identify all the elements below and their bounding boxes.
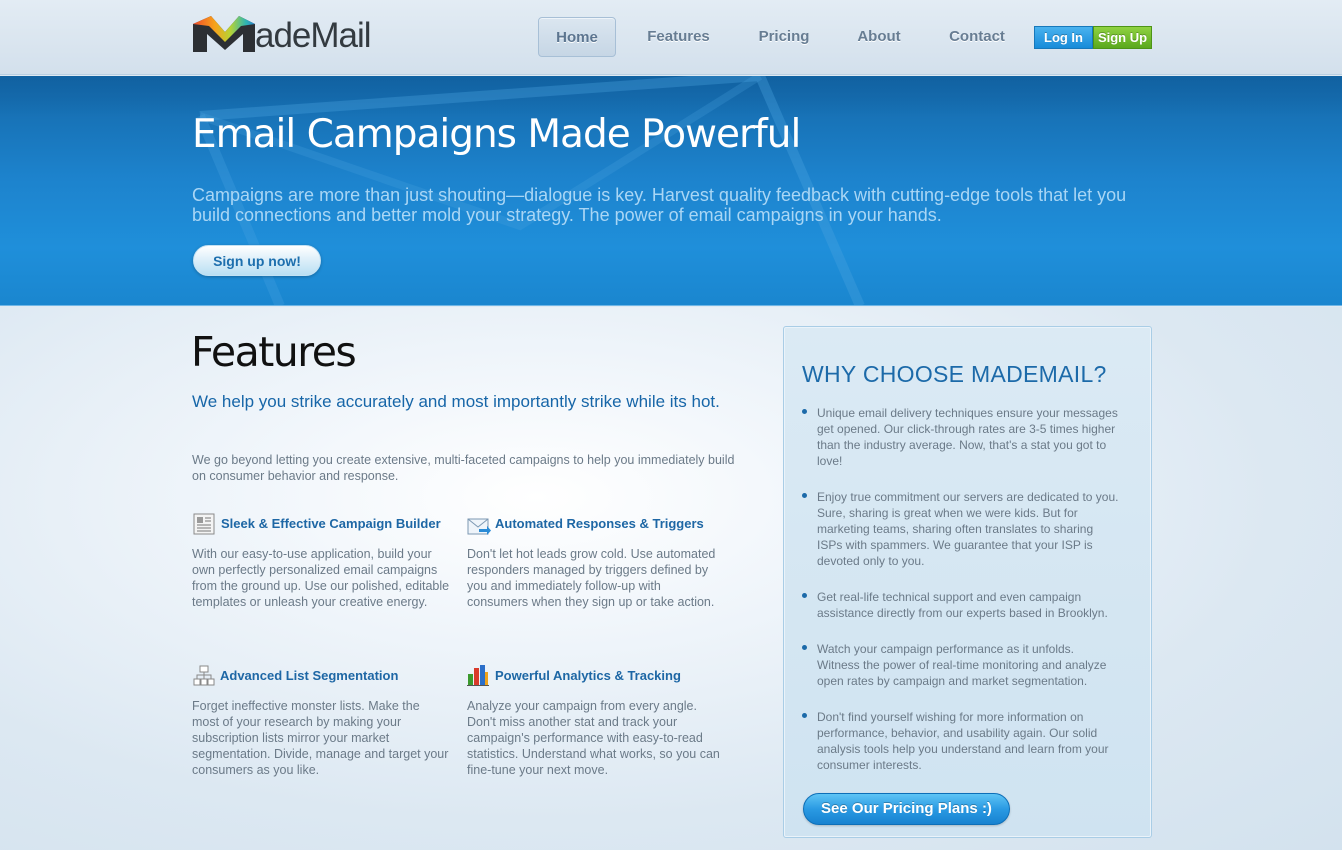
feature-text-list-segmentation: Forget ineffective monster lists. Make t… bbox=[192, 699, 449, 777]
why-item: Enjoy true commitment our servers are de… bbox=[817, 490, 1119, 568]
feature-title-analytics: Powerful Analytics & Tracking bbox=[495, 668, 681, 683]
see-pricing-plans-button[interactable]: See Our Pricing Plans :) bbox=[803, 793, 1010, 825]
newspaper-icon bbox=[193, 513, 215, 535]
mademail-logo[interactable]: adeMail bbox=[191, 14, 403, 56]
nav-contact[interactable]: Contact bbox=[939, 17, 1015, 57]
site-header: adeMail Home Features Pricing About Cont… bbox=[0, 0, 1342, 75]
bullet-icon bbox=[802, 493, 807, 498]
why-item: Don't find yourself wishing for more inf… bbox=[817, 710, 1109, 772]
nav-features[interactable]: Features bbox=[635, 17, 722, 57]
why-item: Get real-life technical support and even… bbox=[817, 590, 1108, 620]
bullet-icon bbox=[802, 713, 807, 718]
why-item: Unique email delivery techniques ensure … bbox=[817, 406, 1118, 468]
logo-text: adeMail bbox=[255, 16, 372, 55]
nav-pricing[interactable]: Pricing bbox=[749, 17, 819, 57]
features-subtitle: We help you strike accurately and most i… bbox=[192, 392, 720, 411]
bullet-icon bbox=[802, 593, 807, 598]
nav-home[interactable]: Home bbox=[538, 17, 616, 57]
feature-text-auto-responses: Don't let hot leads grow cold. Use autom… bbox=[467, 547, 716, 609]
hero-text: Campaigns are more than just shouting—di… bbox=[192, 185, 1127, 225]
feature-title-list-segmentation: Advanced List Segmentation bbox=[220, 668, 399, 683]
why-item: Watch your campaign performance as it un… bbox=[817, 642, 1107, 688]
bar-chart-icon bbox=[467, 665, 489, 686]
bullet-icon bbox=[802, 645, 807, 650]
feature-text-campaign-builder: With our easy-to-use application, build … bbox=[192, 547, 450, 609]
hierarchy-icon bbox=[193, 665, 215, 686]
hero-title: Email Campaigns Made Powerful bbox=[192, 112, 801, 157]
feature-title-campaign-builder: Sleek & Effective Campaign Builder bbox=[221, 516, 441, 531]
signup-now-button[interactable]: Sign up now! bbox=[193, 245, 321, 276]
mail-arrow-icon bbox=[467, 518, 491, 535]
nav-about[interactable]: About bbox=[849, 17, 909, 57]
logo-m-icon bbox=[193, 16, 255, 52]
features-title: Features bbox=[191, 328, 357, 376]
bullet-icon bbox=[802, 409, 807, 414]
login-button[interactable]: Log In bbox=[1034, 26, 1093, 49]
feature-title-auto-responses: Automated Responses & Triggers bbox=[495, 516, 704, 531]
features-intro: We go beyond letting you create extensiv… bbox=[192, 453, 735, 483]
feature-text-analytics: Analyze your campaign from every angle. … bbox=[467, 699, 720, 777]
signup-button[interactable]: Sign Up bbox=[1093, 26, 1152, 49]
why-title: WHY CHOOSE MADEMAIL? bbox=[802, 361, 1107, 387]
